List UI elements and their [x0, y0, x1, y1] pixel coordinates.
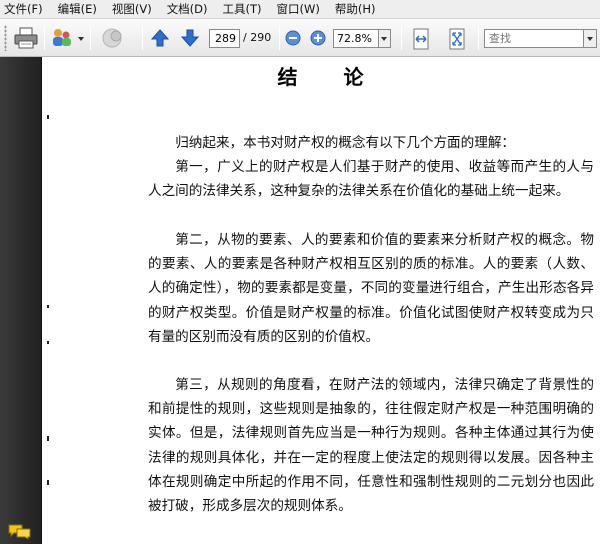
menu-help[interactable]: 帮助(H) [335, 1, 376, 17]
paragraph: 第二，从物的要素、人的要素和价值的要素来分析财产权的概念。物的要素、人的要素是各… [148, 232, 594, 345]
menu-file[interactable]: 文件(F) [4, 1, 43, 17]
print-button[interactable] [13, 26, 39, 50]
zoom-in-button[interactable] [309, 29, 327, 47]
attach-button[interactable] [100, 26, 128, 50]
fit-width-button[interactable] [409, 27, 433, 51]
toolbar: / 290 72.8% [0, 19, 600, 57]
menu-document[interactable]: 文档(D) [167, 1, 208, 17]
fit-width-icon [413, 28, 429, 50]
share-icon [53, 29, 71, 46]
toolbar-grip[interactable] [4, 25, 7, 51]
chevron-down-icon [587, 37, 593, 41]
page-number-input[interactable] [209, 29, 240, 48]
attach-icon [102, 28, 122, 48]
search-input[interactable] [484, 29, 584, 48]
next-page-icon [180, 29, 200, 47]
menu-view[interactable]: 视图(V) [112, 1, 152, 17]
comment-icon [8, 524, 31, 540]
menu-edit[interactable]: 编辑(E) [58, 1, 97, 17]
print-icon [14, 27, 38, 49]
fit-page-button[interactable] [445, 27, 469, 51]
page-title: 结论 [43, 61, 600, 90]
zoom-in-icon [310, 30, 326, 46]
zoom-level-field[interactable]: 72.8% [333, 29, 379, 48]
chevron-down-icon [381, 37, 387, 41]
share-button[interactable] [49, 26, 75, 50]
title-left: 结 [277, 65, 300, 89]
navigation-panel[interactable] [0, 57, 42, 544]
fit-page-icon [449, 28, 465, 50]
prev-page-button[interactable] [149, 27, 171, 49]
prev-page-icon [150, 29, 170, 47]
menu-window[interactable]: 窗口(W) [277, 1, 320, 17]
menu-bar: 文件(F) 编辑(E) 视图(V) 文档(D) 工具(T) 窗口(W) 帮助(H… [0, 0, 600, 19]
zoom-out-button[interactable] [284, 29, 302, 47]
search-dropdown[interactable] [584, 29, 597, 48]
share-dropdown-arrow[interactable] [78, 37, 84, 41]
title-right: 论 [343, 65, 366, 89]
paragraph: 归纳起来，本书对财产权的概念有以下几个方面的理解： [175, 135, 516, 151]
next-page-button[interactable] [179, 27, 201, 49]
paragraph: 第一，广义上的财产权是人们基于财产的使用、收益等而产生的人与人之间的法律关系，这… [148, 159, 594, 200]
paragraph: 第三，从规则的角度看，在财产法的领域内，法律只确定了背景性的和前提性的规则，这些… [148, 377, 594, 515]
zoom-dropdown[interactable] [379, 29, 391, 48]
document-page[interactable]: 结论 归纳起来，本书对财产权的概念有以下几个方面的理解： 第一，广义上的财产权是… [43, 57, 600, 544]
comments-button[interactable] [8, 524, 32, 543]
zoom-out-icon [285, 30, 301, 46]
page-total: / 290 [243, 31, 272, 44]
menu-tools[interactable]: 工具(T) [223, 1, 262, 17]
